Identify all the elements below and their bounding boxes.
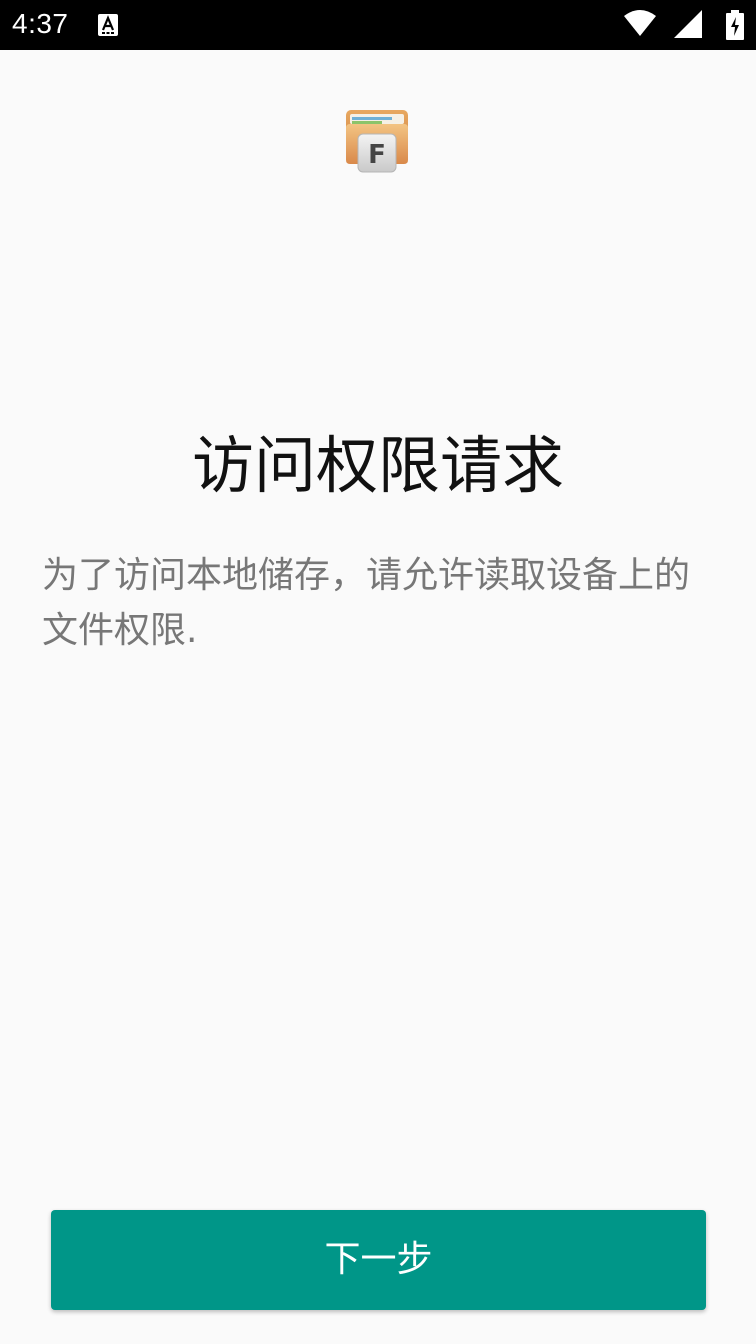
notification-a-icon xyxy=(98,14,118,36)
permission-title: 访问权限请求 xyxy=(191,429,564,502)
file-manager-folder-icon: F xyxy=(344,106,412,174)
status-time: 4:37 xyxy=(12,8,69,39)
next-button[interactable]: 下一步 xyxy=(51,1210,706,1310)
logo-letter: F xyxy=(368,140,386,170)
status-bar: 4:37 xyxy=(0,0,756,50)
permission-description: 为了访问本地储存，请允许读取设备上的文件权限. xyxy=(42,555,691,651)
